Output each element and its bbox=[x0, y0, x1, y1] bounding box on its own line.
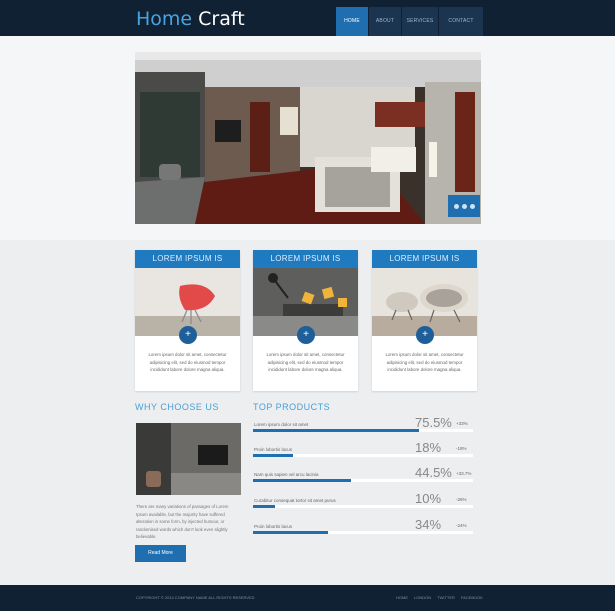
feature-card-3: LOREM IPSUM IS + Lorem ipsum dolor sit a… bbox=[372, 250, 477, 391]
why-text: There are many variations of passages of… bbox=[136, 504, 229, 539]
product-progress-fill bbox=[253, 505, 275, 508]
read-more-button[interactable]: Read More bbox=[135, 545, 186, 562]
product-row: Nam quis sapien vel arcu lacinia 44.5% +… bbox=[253, 465, 473, 487]
feature-card-2: LOREM IPSUM IS + Lorem ipsum dolor sit a… bbox=[253, 250, 358, 391]
card-text: Lorem ipsum dolor sit amet, consectetur … bbox=[266, 352, 345, 373]
feature-card-1: LOREM IPSUM IS + Lorem ipsum dolor sit a… bbox=[135, 250, 240, 391]
product-percent: 10% bbox=[415, 491, 442, 506]
footer-link-twitter[interactable]: TWITTER bbox=[437, 595, 455, 600]
product-row: Curabitur consequat tortor sit amet puru… bbox=[253, 491, 473, 513]
slide-dot-3[interactable] bbox=[469, 203, 475, 209]
nav-about[interactable]: ABOUT bbox=[369, 7, 401, 36]
logo-part-1: Home bbox=[136, 8, 193, 30]
product-delta: -24% bbox=[456, 523, 467, 528]
footer-nav: HOME LONDON TWITTER FACEBOOK bbox=[396, 595, 483, 600]
slide-dot-2[interactable] bbox=[461, 203, 467, 209]
why-image bbox=[136, 423, 241, 495]
site-header: Home Craft HOME ABOUT SERVICES CONTACT bbox=[0, 0, 615, 36]
product-progress-track bbox=[253, 531, 473, 534]
card-expand-button[interactable]: + bbox=[297, 326, 315, 344]
footer-link-facebook[interactable]: FACEBOOK bbox=[461, 595, 483, 600]
card-title: LOREM IPSUM IS bbox=[253, 250, 358, 268]
product-delta: -26% bbox=[456, 497, 467, 502]
product-row: Proin lobortis lacus 34% -24% bbox=[253, 517, 473, 539]
nav-home[interactable]: HOME bbox=[336, 7, 368, 36]
product-label: Nam quis sapien vel arcu lacinia bbox=[254, 472, 319, 477]
product-row: Proin lobortis lacus 18% -18% bbox=[253, 440, 473, 462]
product-progress-track bbox=[253, 505, 473, 508]
logo-part-2: Craft bbox=[198, 8, 245, 30]
product-percent: 44.5% bbox=[415, 465, 452, 480]
product-label: Proin lobortis lacus bbox=[254, 524, 293, 529]
product-delta: +33% bbox=[456, 421, 468, 426]
product-progress-fill bbox=[253, 429, 420, 432]
top-products-title: TOP PRODUCTS bbox=[253, 402, 331, 412]
product-progress-track bbox=[253, 479, 473, 482]
product-progress-fill bbox=[253, 479, 351, 482]
slide-dot-1[interactable] bbox=[453, 203, 459, 209]
product-progress-fill bbox=[253, 531, 328, 534]
product-percent: 18% bbox=[415, 440, 442, 455]
footer-link-home[interactable]: HOME bbox=[396, 595, 408, 600]
why-choose-us-title: WHY CHOOSE US bbox=[135, 402, 219, 412]
card-title: LOREM IPSUM IS bbox=[372, 250, 477, 268]
card-expand-button[interactable]: + bbox=[179, 326, 197, 344]
living-room-illustration bbox=[136, 423, 241, 495]
main-nav: HOME ABOUT SERVICES CONTACT bbox=[336, 7, 484, 36]
card-text: Lorem ipsum dolor sit amet, consectetur … bbox=[148, 352, 227, 373]
slider-pagination bbox=[448, 195, 480, 217]
copyright-text: COPYRIGHT © 2014 COMPANY NAME ALL RIGHTS… bbox=[136, 595, 255, 600]
footer-link-london[interactable]: LONDON bbox=[414, 595, 431, 600]
nav-contact[interactable]: CONTACT bbox=[439, 7, 483, 36]
product-percent: 75.5% bbox=[415, 415, 452, 430]
product-label: Curabitur consequat tortor sit amet puru… bbox=[254, 498, 336, 503]
product-progress-fill bbox=[253, 454, 293, 457]
product-progress-track bbox=[253, 454, 473, 457]
product-delta: +33.7% bbox=[456, 471, 472, 476]
logo[interactable]: Home Craft bbox=[136, 8, 245, 30]
product-row: Lorem ipsum dolor sit amet 75.5% +33% bbox=[253, 415, 473, 437]
interior-room-illustration bbox=[135, 52, 481, 224]
site-footer: COPYRIGHT © 2014 COMPANY NAME ALL RIGHTS… bbox=[0, 585, 615, 611]
product-percent: 34% bbox=[415, 517, 442, 532]
product-progress-track bbox=[253, 429, 473, 432]
card-expand-button[interactable]: + bbox=[416, 326, 434, 344]
product-label: Lorem ipsum dolor sit amet bbox=[254, 422, 309, 427]
card-title: LOREM IPSUM IS bbox=[135, 250, 240, 268]
card-text: Lorem ipsum dolor sit amet, consectetur … bbox=[385, 352, 464, 373]
product-delta: -18% bbox=[456, 446, 467, 451]
product-label: Proin lobortis lacus bbox=[254, 447, 293, 452]
hero-slider-image bbox=[135, 52, 481, 224]
nav-services[interactable]: SERVICES bbox=[402, 7, 438, 36]
